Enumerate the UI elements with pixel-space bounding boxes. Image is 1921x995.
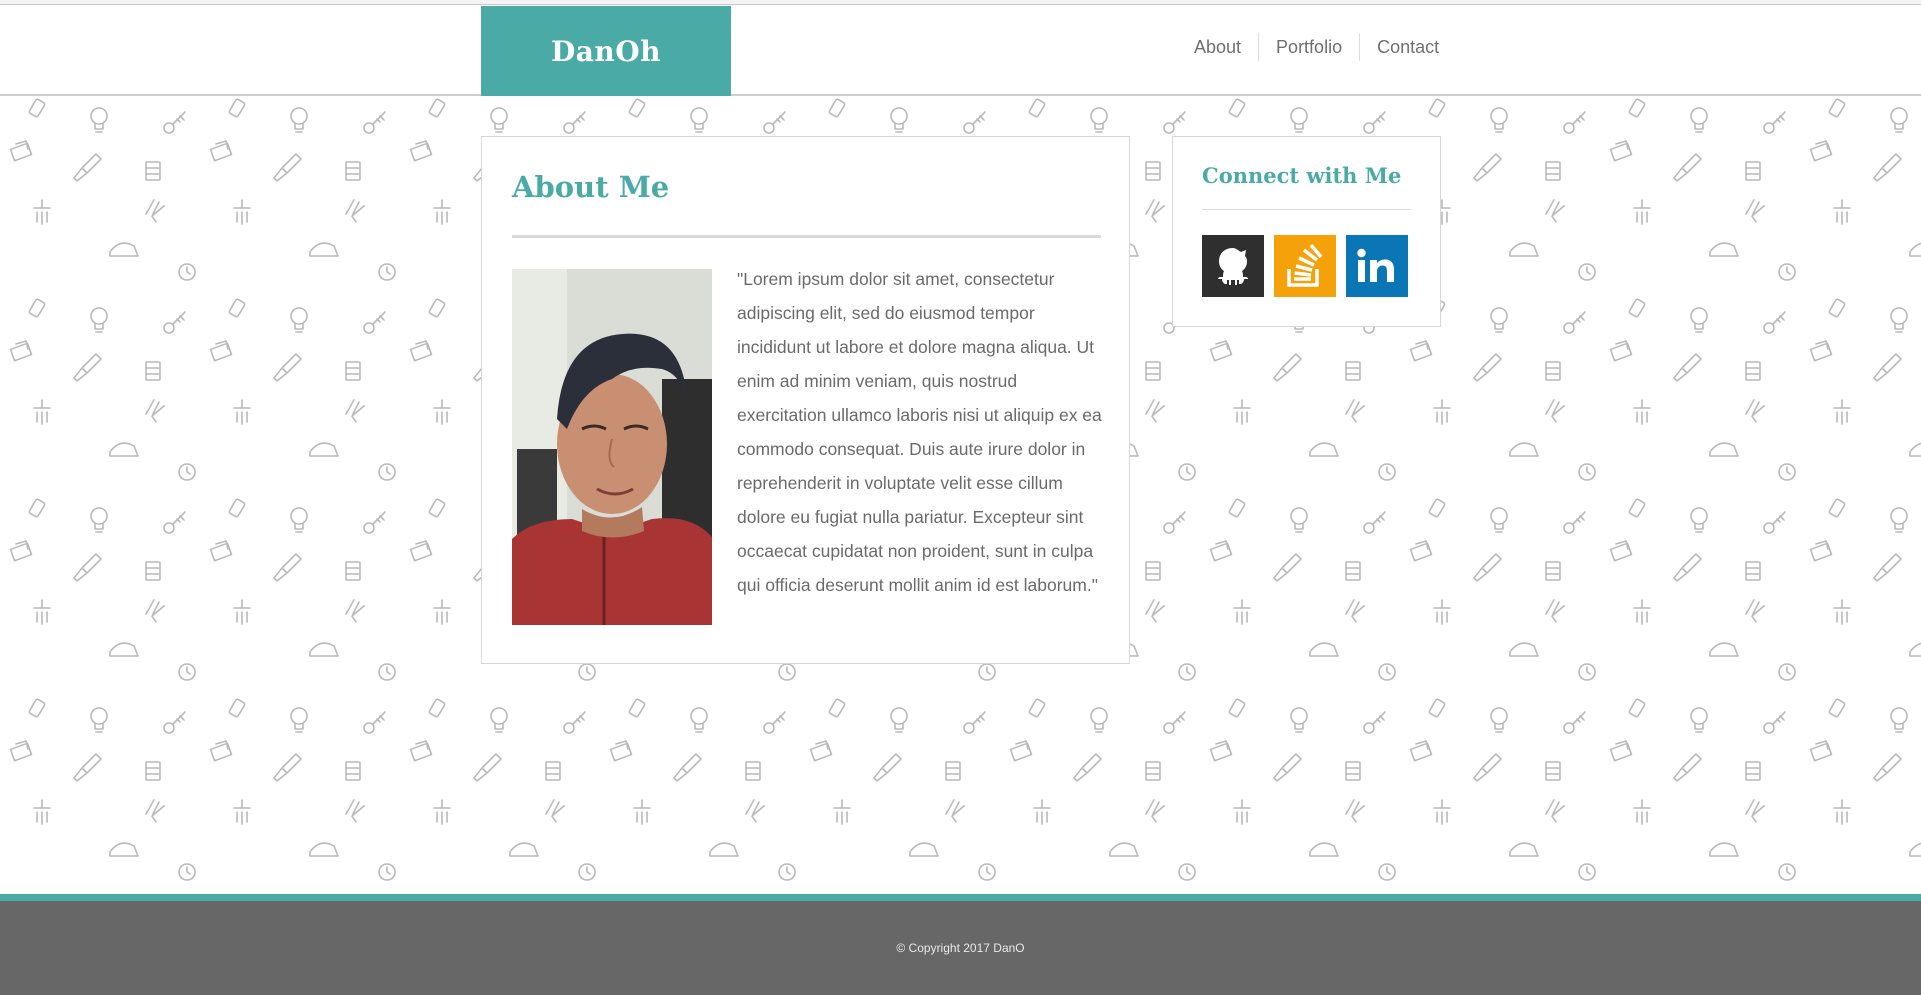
linkedin-icon [1357, 248, 1394, 282]
site-header [0, 5, 1921, 96]
nav-about-link[interactable]: About [1180, 33, 1258, 61]
connect-divider [1202, 209, 1411, 210]
nav-portfolio-link[interactable]: Portfolio [1258, 33, 1359, 61]
github-icon [1218, 248, 1248, 285]
copyright-text: © Copyright 2017 DanO [896, 941, 1025, 955]
about-card: About Me "Lorem ipsum dolor sit amet, co… [481, 136, 1130, 664]
about-divider [512, 235, 1101, 238]
connect-title: Connect with Me [1202, 163, 1402, 188]
stackoverflow-icon [1287, 243, 1323, 287]
nav-contact-link[interactable]: Contact [1359, 33, 1456, 61]
site-footer: © Copyright 2017 DanO [0, 901, 1921, 995]
linkedin-link[interactable] [1346, 235, 1408, 297]
main-nav: About Portfolio Contact [1180, 33, 1456, 61]
about-description: "Lorem ipsum dolor sit amet, consectetur… [737, 269, 1102, 595]
brand-logo[interactable]: DanOh [481, 6, 731, 96]
footer-accent-bar [0, 894, 1921, 901]
about-title: About Me [512, 170, 670, 204]
github-link[interactable] [1202, 235, 1264, 297]
profile-photo [512, 269, 712, 625]
connect-card: Connect with Me [1172, 136, 1441, 327]
stackoverflow-link[interactable] [1274, 235, 1336, 297]
page: DanOh About Portfolio Contact About Me "… [0, 0, 1921, 995]
